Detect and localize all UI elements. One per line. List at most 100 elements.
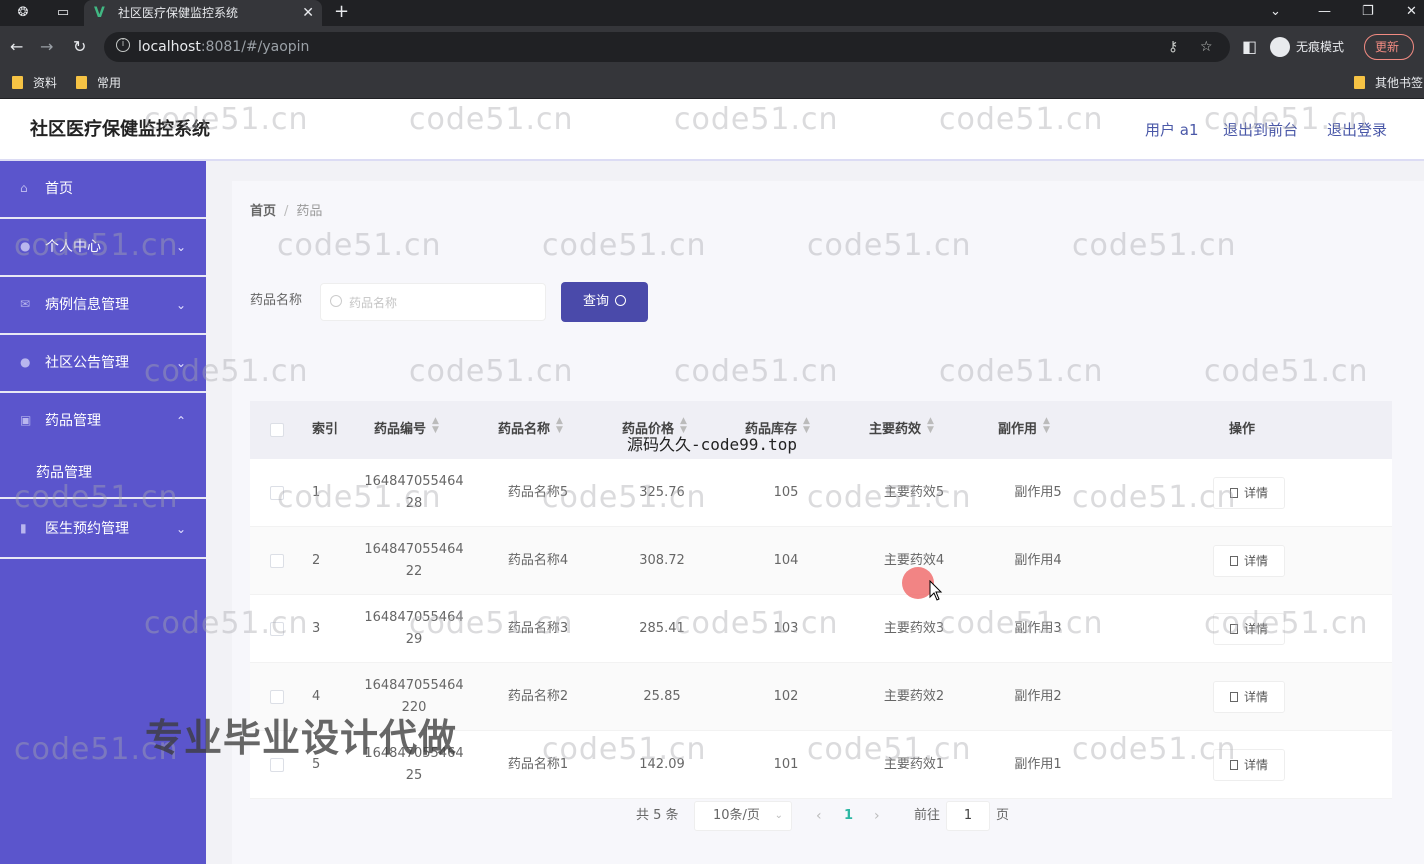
other-bookmarks[interactable]: 其他书签 <box>1354 74 1423 92</box>
page-number-current[interactable]: 1 <box>844 806 853 826</box>
sort-icon[interactable]: ▲ ▼ <box>803 417 810 435</box>
bar-chart-icon: ▮ <box>20 521 27 535</box>
table-header: 索引 药品编号 ▲ ▼ 药品名称 ▲ ▼ 药品价格 ▲ ▼ 药品库存 ▲ ▼ 主要药效 ▲ ▼ 副作… <box>250 401 1392 459</box>
back-icon[interactable]: ← <box>10 37 23 57</box>
next-page-icon[interactable]: › <box>874 806 880 826</box>
bookmark-star-icon[interactable]: ☆ <box>1200 37 1213 57</box>
forward-icon[interactable]: → <box>40 37 53 57</box>
detail-button[interactable]: 详情 <box>1213 613 1285 645</box>
search-input-box[interactable] <box>320 283 546 321</box>
briefcase-icon: ▣ <box>20 413 32 427</box>
document-icon <box>1229 692 1238 702</box>
cell-effect: 主要药效5 <box>883 485 945 500</box>
sidebar-item-cases[interactable]: ✉ 病例信息管理 ⌄ <box>0 277 206 335</box>
goto-label: 前往 <box>914 808 941 823</box>
mail-icon: ✉ <box>20 297 31 311</box>
sidebar-subitem-drug-manage[interactable]: 药品管理 <box>0 449 206 499</box>
row-checkbox[interactable] <box>270 486 284 500</box>
tab-title: 社区医疗保健监控系统 <box>118 6 239 20</box>
user-name: 用户 a1 <box>1145 121 1199 139</box>
chevron-down-icon: ⌄ <box>175 240 186 254</box>
row-checkbox[interactable] <box>270 622 284 636</box>
sort-icon[interactable]: ▲ ▼ <box>1043 417 1050 435</box>
browser-tab[interactable]: V 社区医疗保健监控系统 ✕ <box>84 0 322 26</box>
sort-icon[interactable]: ▲ ▼ <box>432 417 439 435</box>
sidebar-item-label: 社区公告管理 <box>45 355 129 371</box>
search-icon <box>330 295 342 307</box>
breadcrumb-home[interactable]: 首页 <box>250 204 276 219</box>
bookmark-folder[interactable]: 常用 <box>76 74 121 92</box>
search-input[interactable] <box>349 293 539 313</box>
cell-price: 285.41 <box>639 621 685 636</box>
window-close-icon[interactable]: ✕ <box>1406 2 1417 22</box>
sidebar-item-label: 病例信息管理 <box>45 297 129 313</box>
minimize-icon[interactable]: — <box>1318 2 1331 22</box>
cell-index: 2 <box>312 553 321 568</box>
sidebar-item-notices[interactable]: ● 社区公告管理 ⌄ <box>0 335 206 393</box>
tab-list-icon[interactable]: ⌄ <box>1270 2 1281 22</box>
prev-page-icon[interactable]: ‹ <box>816 806 822 826</box>
chevron-down-icon: ⌄ <box>175 522 186 536</box>
cell-effect: 主要药效1 <box>883 757 945 772</box>
cell-name: 药品名称1 <box>507 757 569 772</box>
column-header-code[interactable]: 药品编号 ▲ ▼ <box>374 401 439 459</box>
column-header-side-effect[interactable]: 副作用 ▲ ▼ <box>998 401 1050 459</box>
column-header-effect[interactable]: 主要药效 ▲ ▼ <box>869 401 934 459</box>
table-row: 1 164847055464 28 药品名称5 325.76 105 主要药效5 … <box>250 459 1392 527</box>
sidebar-item-label: 首页 <box>45 181 73 197</box>
sidebar-item-drugs[interactable]: ▣ 药品管理 ⌃ <box>0 393 206 451</box>
pagination: 共 5 条 10条/页 ⌄ ‹ 1 › 前往 1 页 <box>206 801 1424 831</box>
cell-index: 3 <box>312 621 321 636</box>
logout-link[interactable]: 退出登录 <box>1327 119 1387 141</box>
url-text: localhost:8081/#/yaopin <box>138 39 310 55</box>
browser-tab-bar: ❂ ▭ V 社区医疗保健监控系统 ✕ + ⌄ — ❐ ✕ <box>0 0 1424 26</box>
table-row: 2 164847055464 22 药品名称4 308.72 104 主要药效4 … <box>250 527 1392 595</box>
detail-button[interactable]: 详情 <box>1213 681 1285 713</box>
sidebar-item-label: 医生预约管理 <box>45 521 129 537</box>
row-checkbox[interactable] <box>270 554 284 568</box>
search-label: 药品名称 <box>250 293 303 308</box>
mouse-cursor-icon <box>929 580 943 601</box>
search-icon <box>615 295 626 306</box>
tab-close-icon[interactable]: ✕ <box>302 4 314 22</box>
select-all-checkbox[interactable] <box>270 423 284 437</box>
promo-watermark-text: 专业毕业设计代做 <box>145 716 458 760</box>
site-info-icon[interactable]: i <box>116 38 130 52</box>
row-checkbox[interactable] <box>270 690 284 704</box>
pagination-total: 共 5 条 <box>636 808 679 823</box>
sidebar-panel-icon[interactable]: ◧ <box>1242 37 1257 57</box>
browser-menu-icon[interactable]: ❂ <box>14 4 32 22</box>
cell-code: 164847055464 29 <box>364 610 464 647</box>
cell-effect: 主要药效3 <box>883 621 945 636</box>
document-icon <box>1229 556 1238 566</box>
chevron-up-icon: ⌃ <box>175 414 186 428</box>
sidebar-item-appointments[interactable]: ▮ 医生预约管理 ⌄ <box>0 501 206 559</box>
breadcrumb-current: 药品 <box>296 204 323 219</box>
folder-icon <box>1354 76 1365 89</box>
update-button[interactable]: 更新 <box>1364 34 1414 60</box>
cell-price: 308.72 <box>639 553 685 568</box>
detail-button[interactable]: 详情 <box>1213 749 1285 781</box>
column-header-actions: 操作 <box>1229 422 1256 437</box>
cell-name: 药品名称2 <box>507 689 569 704</box>
query-button[interactable]: 查询 <box>561 282 648 322</box>
sidebar-item-home[interactable]: ⌂ 首页 <box>0 161 206 219</box>
vue-logo-icon: V <box>94 5 105 21</box>
sort-icon[interactable]: ▲ ▼ <box>556 417 563 435</box>
goto-page-input[interactable]: 1 <box>946 801 990 831</box>
bookmark-folder[interactable]: 资料 <box>12 74 57 92</box>
page-size-select[interactable]: 10条/页 ⌄ <box>694 801 792 831</box>
new-tab-icon[interactable]: + <box>334 2 349 22</box>
incognito-profile[interactable]: 无痕模式 <box>1270 37 1344 57</box>
detail-button[interactable]: 详情 <box>1213 477 1285 509</box>
sidebar-item-profile[interactable]: ● 个人中心 ⌄ <box>0 219 206 277</box>
column-header-name[interactable]: 药品名称 ▲ ▼ <box>498 401 563 459</box>
sort-icon[interactable]: ▲ ▼ <box>927 417 934 435</box>
detail-button[interactable]: 详情 <box>1213 545 1285 577</box>
maximize-icon[interactable]: ❐ <box>1362 2 1374 22</box>
url-field[interactable]: i localhost:8081/#/yaopin ⚷ ☆ <box>104 32 1230 62</box>
tab-search-icon[interactable]: ▭ <box>54 4 72 22</box>
key-icon[interactable]: ⚷ <box>1168 37 1178 57</box>
reload-icon[interactable]: ↻ <box>73 37 86 57</box>
exit-to-front-link[interactable]: 退出到前台 <box>1223 119 1298 141</box>
